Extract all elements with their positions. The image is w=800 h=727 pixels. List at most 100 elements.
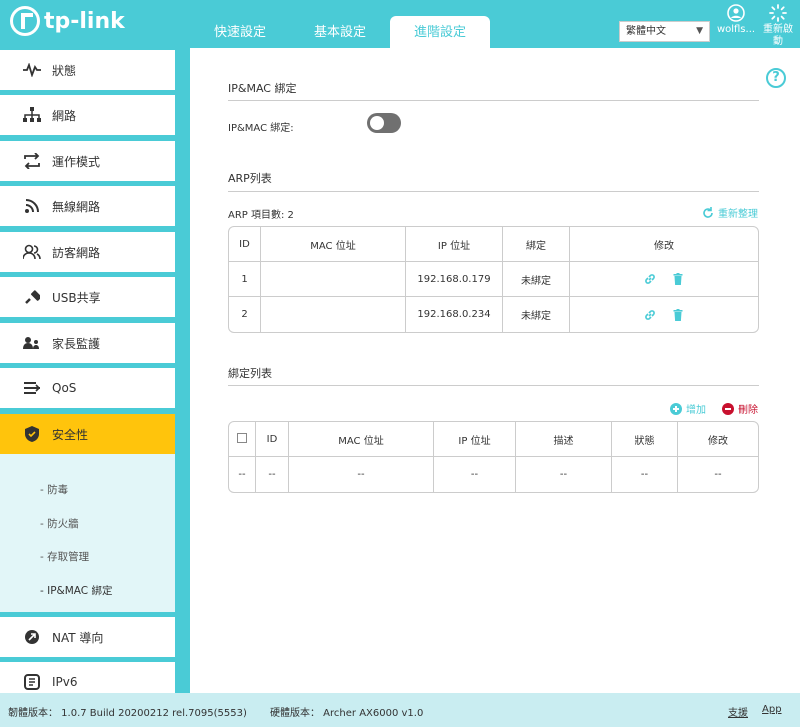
submenu-firewall[interactable]: - 防火牆 [40,516,79,531]
tab-basic[interactable]: 基本設定 [290,16,390,48]
cell: -- [434,457,516,492]
add-button[interactable]: 增加 [670,401,706,416]
network-icon [22,105,42,125]
sidebar-item-security[interactable]: 安全性 [0,414,175,454]
col-description: 描述 [516,422,612,457]
trash-icon[interactable] [672,273,684,285]
cell: -- [516,457,612,492]
header: tp-link 快速設定 基本設定 進階設定 繁體中文 ▼ wolfls... … [0,0,800,48]
col-id: ID [229,227,261,262]
account-button[interactable]: wolfls... [714,4,758,36]
help-icon[interactable]: ? [766,68,786,88]
mode-icon [22,151,42,171]
sidebar-item-parental[interactable]: 家長監護 [0,323,175,363]
footer: 韌體版本： 1.0.7 Build 20200212 rel.7095(5553… [0,693,800,727]
security-submenu: - 防毒 - 防火牆 - 存取管理 - IP&MAC 綁定 [0,454,175,612]
col-modify: 修改 [570,227,758,262]
sidebar-item-wireless[interactable]: 無線網路 [0,186,175,226]
cell-actions [570,262,758,297]
sidebar-item-label: 安全性 [52,427,89,442]
cell: -- [229,457,256,492]
main-content: ? IP&MAC 綁定 IP&MAC 綁定: ARP列表 ARP 項目數: 2 … [190,48,800,693]
sidebar-item-guest[interactable]: 訪客網路 [0,232,175,272]
language-select[interactable]: 繁體中文 ▼ [619,21,710,42]
col-bound: 綁定 [503,227,570,262]
arp-section-title: ARP列表 [228,172,272,185]
col-ip: IP 位址 [434,422,516,457]
col-ip: IP 位址 [406,227,503,262]
tab-advanced[interactable]: 進階設定 [390,16,490,48]
col-mac: MAC 位址 [261,227,406,262]
sidebar-item-nat[interactable]: NAT 導向 [0,617,175,657]
tab-quick-setup[interactable]: 快速設定 [190,16,290,48]
support-link[interactable]: 支援 [728,704,748,719]
sidebar-item-qos[interactable]: QoS [0,368,175,408]
table-row: 2 192.168.0.234 未綁定 [229,297,758,332]
table-header-row: ID MAC 位址 IP 位址 描述 狀態 修改 [229,422,758,457]
select-all-checkbox[interactable] [237,432,247,443]
link-icon[interactable] [644,273,656,285]
sidebar-item-label: NAT 導向 [52,630,104,645]
link-icon[interactable] [644,309,656,321]
col-id: ID [256,422,289,457]
trash-icon[interactable] [672,308,684,321]
logo-mark-icon [10,6,40,36]
cell-bound: 未綁定 [503,262,570,297]
minus-icon [722,402,734,415]
sidebar-item-label: IPv6 [52,675,78,689]
ipmac-toggle-label: IP&MAC 綁定: [228,123,294,134]
sidebar-item-status[interactable]: 狀態 [0,50,175,90]
reboot-icon [769,4,787,22]
col-select [229,422,256,457]
account-label: wolfls... [716,24,756,35]
arp-table: ID MAC 位址 IP 位址 綁定 修改 1 192.168.0.179 未綁… [228,226,759,333]
app-link[interactable]: App [762,704,782,715]
tp-link-logo[interactable]: tp-link [10,6,125,36]
cell-ip: 192.168.0.234 [406,297,503,332]
language-value: 繁體中文 [626,26,666,37]
sidebar-item-label: 無線網路 [52,199,101,214]
cell: -- [289,457,434,492]
col-modify: 修改 [678,422,758,457]
sidebar: 狀態 網路 運作模式 無線網路 訪客網路 USB共享 家長監護 QoS 安全性 … [0,48,180,693]
submenu-antivirus[interactable]: - 防毒 [40,482,68,497]
reboot-button[interactable]: 重新啟 動 [758,4,798,48]
shield-icon [22,424,42,444]
table-header-row: ID MAC 位址 IP 位址 綁定 修改 [229,227,758,262]
col-status: 狀態 [612,422,678,457]
col-mac: MAC 位址 [289,422,434,457]
cell-mac [261,262,406,297]
sidebar-item-label: USB共享 [52,290,101,305]
sidebar-item-ipv6[interactable]: IPv6 [0,662,175,693]
submenu-access-control[interactable]: - 存取管理 [40,549,89,564]
sidebar-item-label: 訪客網路 [52,245,101,260]
submenu-ip-mac-binding[interactable]: - IP&MAC 綁定 [40,583,112,598]
guest-icon [22,242,42,262]
refresh-button[interactable]: 重新整理 [702,205,758,220]
bind-section-title: 綁定列表 [228,367,272,380]
delete-button[interactable]: 刪除 [722,401,758,416]
cell: -- [256,457,289,492]
table-row: 1 192.168.0.179 未綁定 [229,262,758,297]
divider [228,191,759,192]
reboot-label-line1: 重新啟 [763,24,793,35]
cell-mac [261,297,406,332]
sidebar-item-label: 運作模式 [52,154,101,169]
top-tabs: 快速設定 基本設定 進階設定 [190,16,490,48]
cell-id: 1 [229,262,261,297]
delete-label: 刪除 [738,405,758,416]
sidebar-item-operation-mode[interactable]: 運作模式 [0,141,175,181]
sidebar-item-usb[interactable]: USB共享 [0,277,175,317]
cell-actions [570,297,758,332]
logo-text: tp-link [44,8,125,34]
cell-bound: 未綁定 [503,297,570,332]
ipv6-icon [22,672,42,692]
hardware-version: 硬體版本： Archer AX6000 v1.0 [270,708,424,719]
ipmac-binding-toggle[interactable] [367,113,401,133]
sidebar-item-network[interactable]: 網路 [0,95,175,135]
binding-table: ID MAC 位址 IP 位址 描述 狀態 修改 -- -- -- -- -- … [228,421,759,493]
cell: -- [714,469,722,480]
qos-icon [22,378,42,398]
cell-ip: 192.168.0.179 [406,262,503,297]
refresh-label: 重新整理 [718,209,758,220]
